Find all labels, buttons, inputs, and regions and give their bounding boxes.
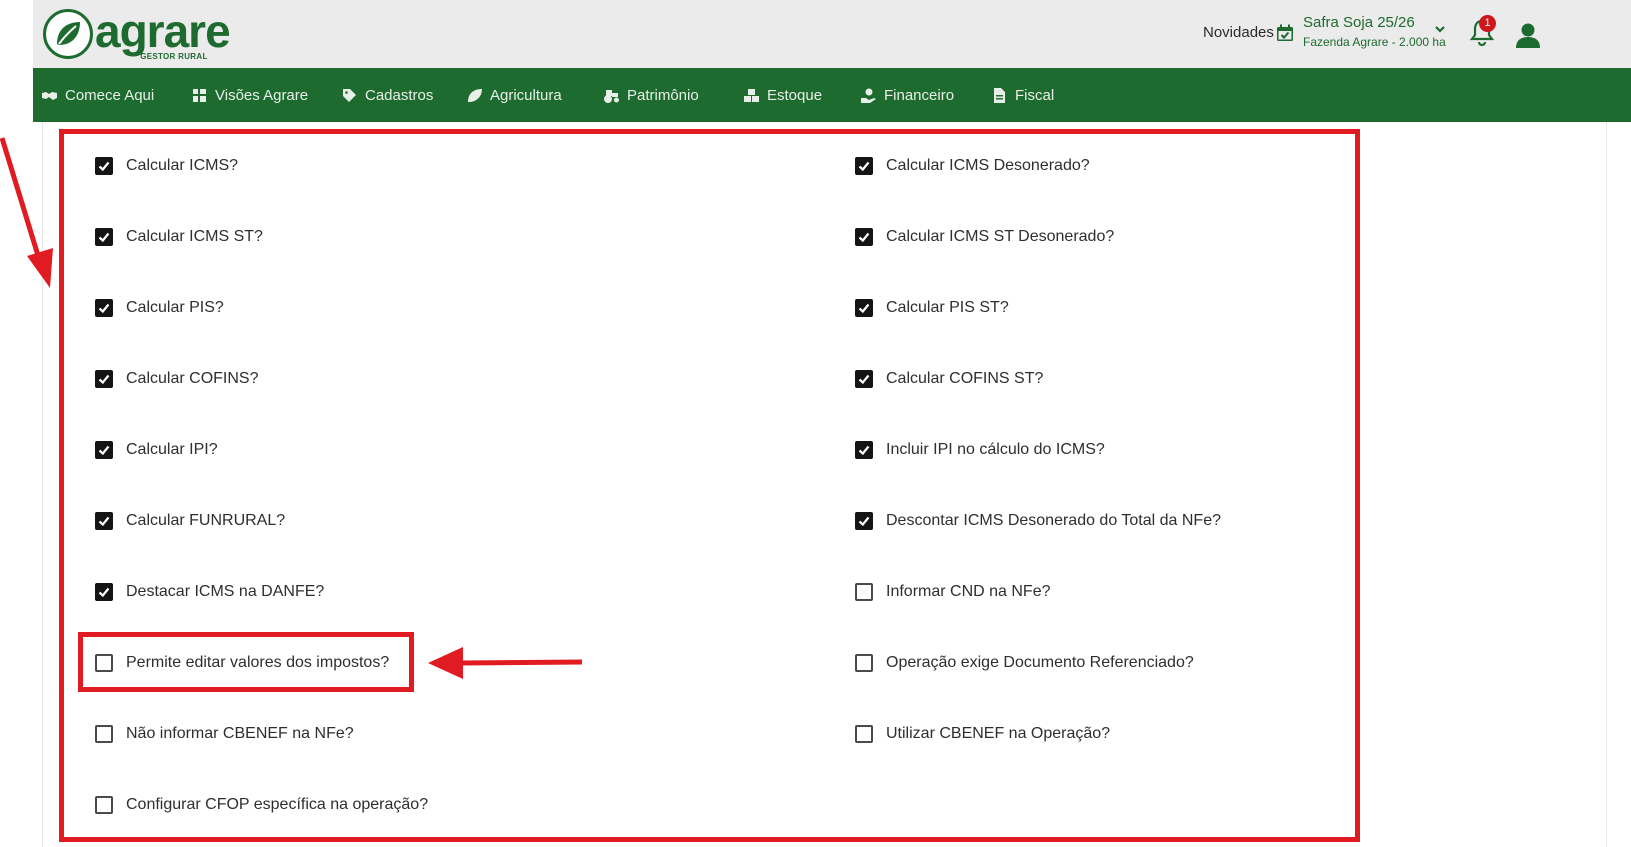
main-nav: Comece Aqui Visões Agrare Cadastros Agri… (33, 68, 1631, 122)
notification-badge: 1 (1479, 15, 1496, 32)
novidades-link[interactable]: Novidades (1203, 24, 1274, 41)
nav-label: Comece Aqui (65, 86, 155, 104)
handshake-icon (42, 91, 57, 100)
file-invoice-icon (994, 87, 1005, 103)
brand-wordmark: agrare GESTOR RURAL (95, 5, 231, 61)
safra-texts: Safra Soja 25/26 Fazenda Agrare - 2.000 … (1303, 13, 1446, 51)
nav-label: Fiscal (1015, 86, 1055, 104)
top-header: agrare GESTOR RURAL Novidades Safra Soja… (33, 0, 1631, 68)
nav-item-visoes-agrare[interactable]: Visões Agrare (191, 68, 341, 122)
nav-item-agricultura[interactable]: Agricultura (466, 68, 603, 122)
nav-item-estoque[interactable]: Estoque (743, 68, 860, 122)
nav-label: Visões Agrare (215, 86, 309, 104)
nav-item-financeiro[interactable]: Financeiro (860, 68, 991, 122)
nav-label: Estoque (767, 86, 823, 104)
nav-label: Financeiro (884, 86, 955, 104)
page: agrare GESTOR RURAL Novidades Safra Soja… (0, 0, 1631, 847)
brand-logo[interactable]: agrare GESTOR RURAL (43, 5, 231, 61)
nav-label: Cadastros (365, 86, 434, 104)
nav-item-comece-aqui[interactable]: Comece Aqui (41, 68, 191, 122)
nav-label: Agricultura (490, 86, 562, 104)
tractor-icon (604, 89, 619, 103)
safra-subtitle: Fazenda Agrare - 2.000 ha (1303, 35, 1446, 49)
brand-name: agrare (95, 5, 231, 57)
leaf-logo-icon (43, 9, 93, 59)
nav-item-patrimonio[interactable]: Patrimônio (603, 68, 743, 122)
chevron-down-icon[interactable] (1433, 22, 1447, 36)
tag-icon (343, 88, 356, 102)
leaf-icon (468, 88, 482, 102)
user-icon[interactable] (1513, 20, 1543, 50)
nav-item-cadastros[interactable]: Cadastros (341, 68, 466, 122)
money-hand-icon (861, 88, 876, 103)
annotation-highlight-box (59, 129, 1360, 842)
boxes-icon (744, 88, 759, 102)
annotation-highlight-option (78, 632, 414, 692)
safra-selector[interactable]: Safra Soja 25/26 Fazenda Agrare - 2.000 … (1276, 13, 1446, 51)
calendar-check-icon (1277, 24, 1293, 41)
grid-icon (193, 88, 206, 102)
nav-label: Patrimônio (627, 86, 699, 104)
nav-item-fiscal[interactable]: Fiscal (991, 68, 1091, 122)
brand-tagline: GESTOR RURAL (140, 52, 208, 61)
safra-title: Safra Soja 25/26 (1303, 14, 1415, 31)
